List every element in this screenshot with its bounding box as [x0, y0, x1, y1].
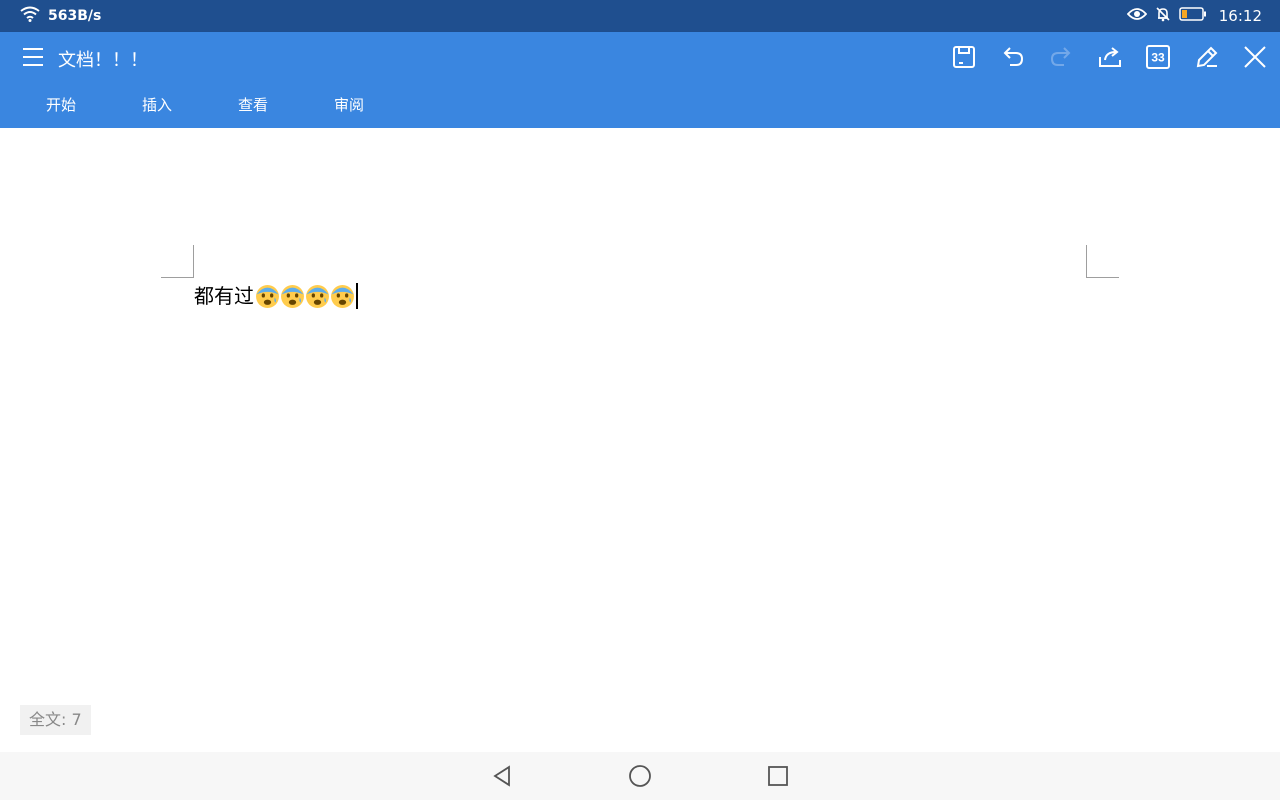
back-icon[interactable] — [490, 764, 514, 788]
wifi-icon — [20, 6, 40, 26]
margin-corner-top-right — [1086, 245, 1119, 278]
redo-icon — [1046, 42, 1076, 72]
anxious-face-icon — [306, 284, 329, 308]
anxious-face-icon — [331, 284, 354, 308]
share-icon[interactable] — [1095, 42, 1125, 72]
tab-start[interactable]: 开始 — [13, 82, 109, 128]
clock: 16:12 — [1218, 7, 1262, 25]
save-icon[interactable] — [949, 42, 979, 72]
recents-icon[interactable] — [766, 764, 790, 788]
tab-review[interactable]: 审阅 — [301, 82, 397, 128]
anxious-face-icon — [256, 284, 279, 308]
eye-icon — [1126, 7, 1147, 25]
page-count-icon[interactable]: 33 — [1143, 42, 1173, 72]
ribbon-tabs: 开始 插入 查看 审阅 — [0, 82, 397, 128]
text-cursor — [356, 283, 358, 309]
emoji-row — [255, 284, 355, 309]
anxious-face-icon — [281, 284, 304, 308]
status-bar: 563B/s 16:12 — [0, 0, 1280, 32]
edit-icon[interactable] — [1192, 42, 1222, 72]
document-paragraph[interactable]: 都有过 — [194, 282, 358, 310]
close-icon[interactable] — [1240, 42, 1270, 72]
document-text: 都有过 — [194, 284, 254, 308]
margin-corner-top-left — [161, 245, 194, 278]
menu-icon[interactable] — [20, 44, 46, 70]
home-icon[interactable] — [628, 764, 652, 788]
navigation-bar — [0, 752, 1280, 800]
tab-view[interactable]: 查看 — [205, 82, 301, 128]
word-count-badge: 全文: 7 — [20, 705, 91, 735]
bell-off-icon — [1155, 6, 1171, 26]
battery-icon — [1179, 6, 1207, 26]
page-badge: 33 — [1151, 51, 1165, 65]
network-speed: 563B/s — [48, 8, 102, 24]
document-canvas[interactable]: 都有过 全文: 7 — [0, 128, 1280, 752]
tab-insert[interactable]: 插入 — [109, 82, 205, 128]
status-right: 16:12 — [1126, 0, 1262, 32]
status-left: 563B/s — [20, 0, 101, 32]
toolbar: 33 — [949, 32, 1280, 82]
app-bar: 文档！！！ 33 开始 插入 查看 审阅 — [0, 32, 1280, 128]
undo-icon[interactable] — [998, 42, 1028, 72]
document-title[interactable]: 文档！！！ — [58, 46, 148, 72]
